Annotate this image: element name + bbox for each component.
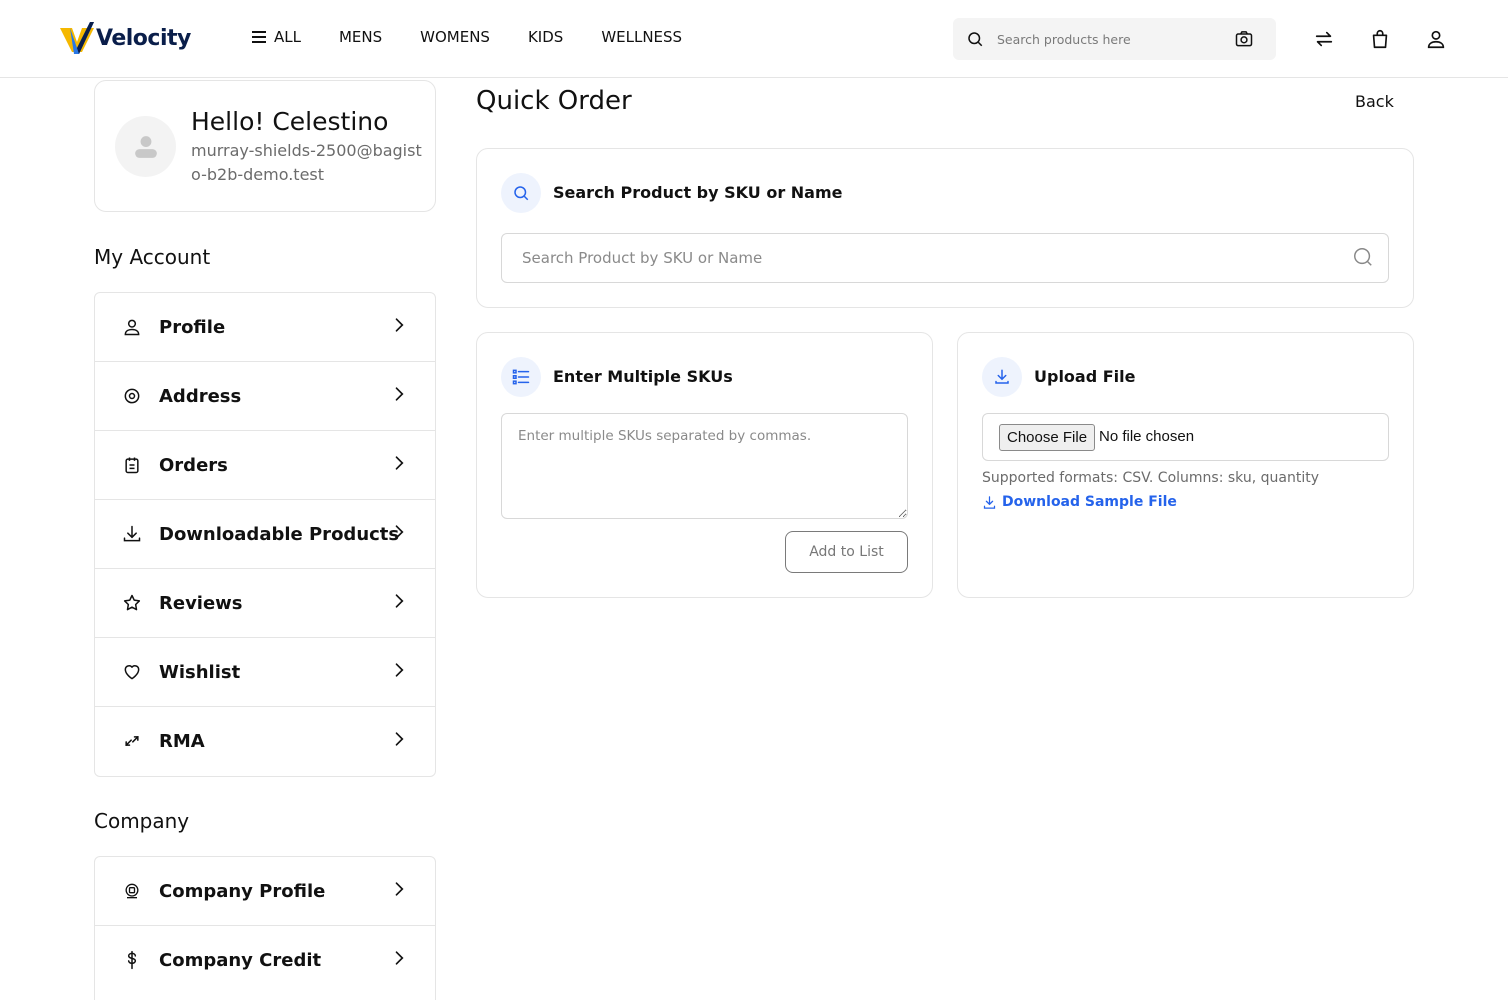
user-icon[interactable] — [1424, 27, 1448, 51]
chevron-right-icon — [395, 525, 404, 539]
user-email: murray-shields-2500@bagisto-b2b-demo.tes… — [191, 141, 422, 184]
page-title: Quick Order — [476, 86, 632, 116]
chevron-right-icon — [395, 951, 404, 965]
sidebar-item-label: Company Credit — [159, 950, 322, 971]
no-file-text: No file chosen — [1099, 428, 1195, 445]
account-menu: Profile Address Orders Downloadable Prod… — [94, 292, 436, 777]
avatar — [115, 116, 176, 177]
download-icon — [982, 357, 1022, 397]
add-to-list-button[interactable]: Add to List — [785, 531, 908, 573]
search-icon[interactable] — [1352, 246, 1374, 268]
sidebar-item-orders[interactable]: Orders — [95, 431, 435, 500]
sidebar-item-address[interactable]: Address — [95, 362, 435, 431]
profile-card: Hello! Celestino murray-shields-2500@bag… — [94, 80, 436, 212]
dollar-icon — [121, 949, 143, 971]
company-heading: Company — [94, 809, 190, 833]
search-icon[interactable] — [966, 30, 984, 48]
user-icon — [121, 316, 143, 338]
download-sample-link[interactable]: Download Sample File — [982, 494, 1177, 510]
download-icon — [121, 523, 143, 545]
sku-search-input[interactable] — [522, 234, 1342, 282]
upload-file-card: Upload File Choose File No file chosen S… — [957, 332, 1414, 598]
top-header: Velocity ALL MENS WOMENS KIDS WELLNESS — [0, 0, 1508, 78]
camera-icon[interactable] — [1234, 29, 1254, 49]
search-icon — [501, 173, 541, 213]
choose-file-button[interactable]: Choose File — [999, 424, 1096, 451]
rma-icon — [121, 730, 143, 752]
search-sku-card: Search Product by SKU or Name — [476, 148, 1414, 308]
sidebar-item-downloadable-products[interactable]: Downloadable Products — [95, 500, 435, 569]
chevron-right-icon — [395, 882, 404, 896]
chevron-right-icon — [395, 594, 404, 608]
file-input: Choose File No file chosen — [982, 413, 1389, 461]
nav-womens[interactable]: WOMENS — [420, 26, 490, 48]
sidebar-item-profile[interactable]: Profile — [95, 293, 435, 362]
sidebar-item-reviews[interactable]: Reviews — [95, 569, 435, 638]
logo[interactable]: Velocity — [60, 20, 191, 56]
chevron-right-icon — [395, 318, 404, 332]
location-icon — [121, 385, 143, 407]
logo-mark-icon — [60, 22, 94, 54]
chevron-right-icon — [395, 456, 404, 470]
upload-file-title: Upload File — [1034, 367, 1136, 386]
avatar-placeholder-icon — [134, 135, 157, 158]
chevron-right-icon — [395, 732, 404, 746]
cart-icon[interactable] — [1368, 27, 1392, 51]
sidebar-item-company-profile[interactable]: Company Profile — [95, 857, 435, 926]
sidebar-item-label: Reviews — [159, 592, 243, 614]
search-sku-title: Search Product by SKU or Name — [553, 183, 843, 202]
compare-icon[interactable] — [1312, 27, 1336, 51]
heart-icon — [121, 661, 143, 683]
sidebar-item-label: Company Profile — [159, 880, 326, 902]
sidebar-item-label: Wishlist — [159, 661, 241, 683]
back-link[interactable]: Back — [1355, 92, 1394, 111]
main-nav: ALL MENS WOMENS KIDS WELLNESS — [252, 26, 720, 48]
sidebar-item-label: Address — [159, 385, 242, 407]
sidebar-item-label: RMA — [159, 731, 205, 752]
list-icon — [501, 357, 541, 397]
sidebar-item-wishlist[interactable]: Wishlist — [95, 638, 435, 707]
download-icon — [983, 495, 996, 509]
my-account-heading: My Account — [94, 245, 211, 269]
sidebar-item-label: Profile — [159, 316, 226, 338]
multiple-skus-textarea[interactable] — [501, 413, 908, 519]
nav-kids[interactable]: KIDS — [528, 26, 563, 48]
multiple-skus-card: Enter Multiple SKUs Add to List — [476, 332, 933, 598]
company-menu: Company Profile Company Credit — [94, 856, 436, 1000]
nav-all[interactable]: ALL — [252, 26, 301, 48]
sidebar-item-label: Orders — [159, 454, 228, 476]
download-sample-label: Download Sample File — [1002, 494, 1177, 510]
nav-mens[interactable]: MENS — [339, 26, 382, 48]
orders-icon — [121, 454, 143, 476]
nav-all-label: ALL — [274, 28, 301, 46]
sidebar-item-label: Downloadable Products — [159, 523, 400, 545]
header-search-input[interactable] — [997, 18, 1227, 60]
star-icon — [121, 592, 143, 614]
multiple-skus-title: Enter Multiple SKUs — [553, 367, 733, 386]
sidebar-item-rma[interactable]: RMA — [95, 707, 435, 776]
logo-text: Velocity — [96, 25, 191, 51]
sku-search-field — [501, 233, 1389, 283]
sidebar-item-company-credit[interactable]: Company Credit — [95, 926, 435, 995]
supported-formats-text: Supported formats: CSV. Columns: sku, qu… — [982, 470, 1319, 486]
header-search — [953, 18, 1276, 60]
chevron-right-icon — [395, 387, 404, 401]
company-icon — [121, 880, 143, 902]
greeting: Hello! Celestino — [191, 107, 389, 136]
menu-icon — [252, 31, 266, 43]
nav-wellness[interactable]: WELLNESS — [601, 26, 682, 48]
chevron-right-icon — [395, 663, 404, 677]
